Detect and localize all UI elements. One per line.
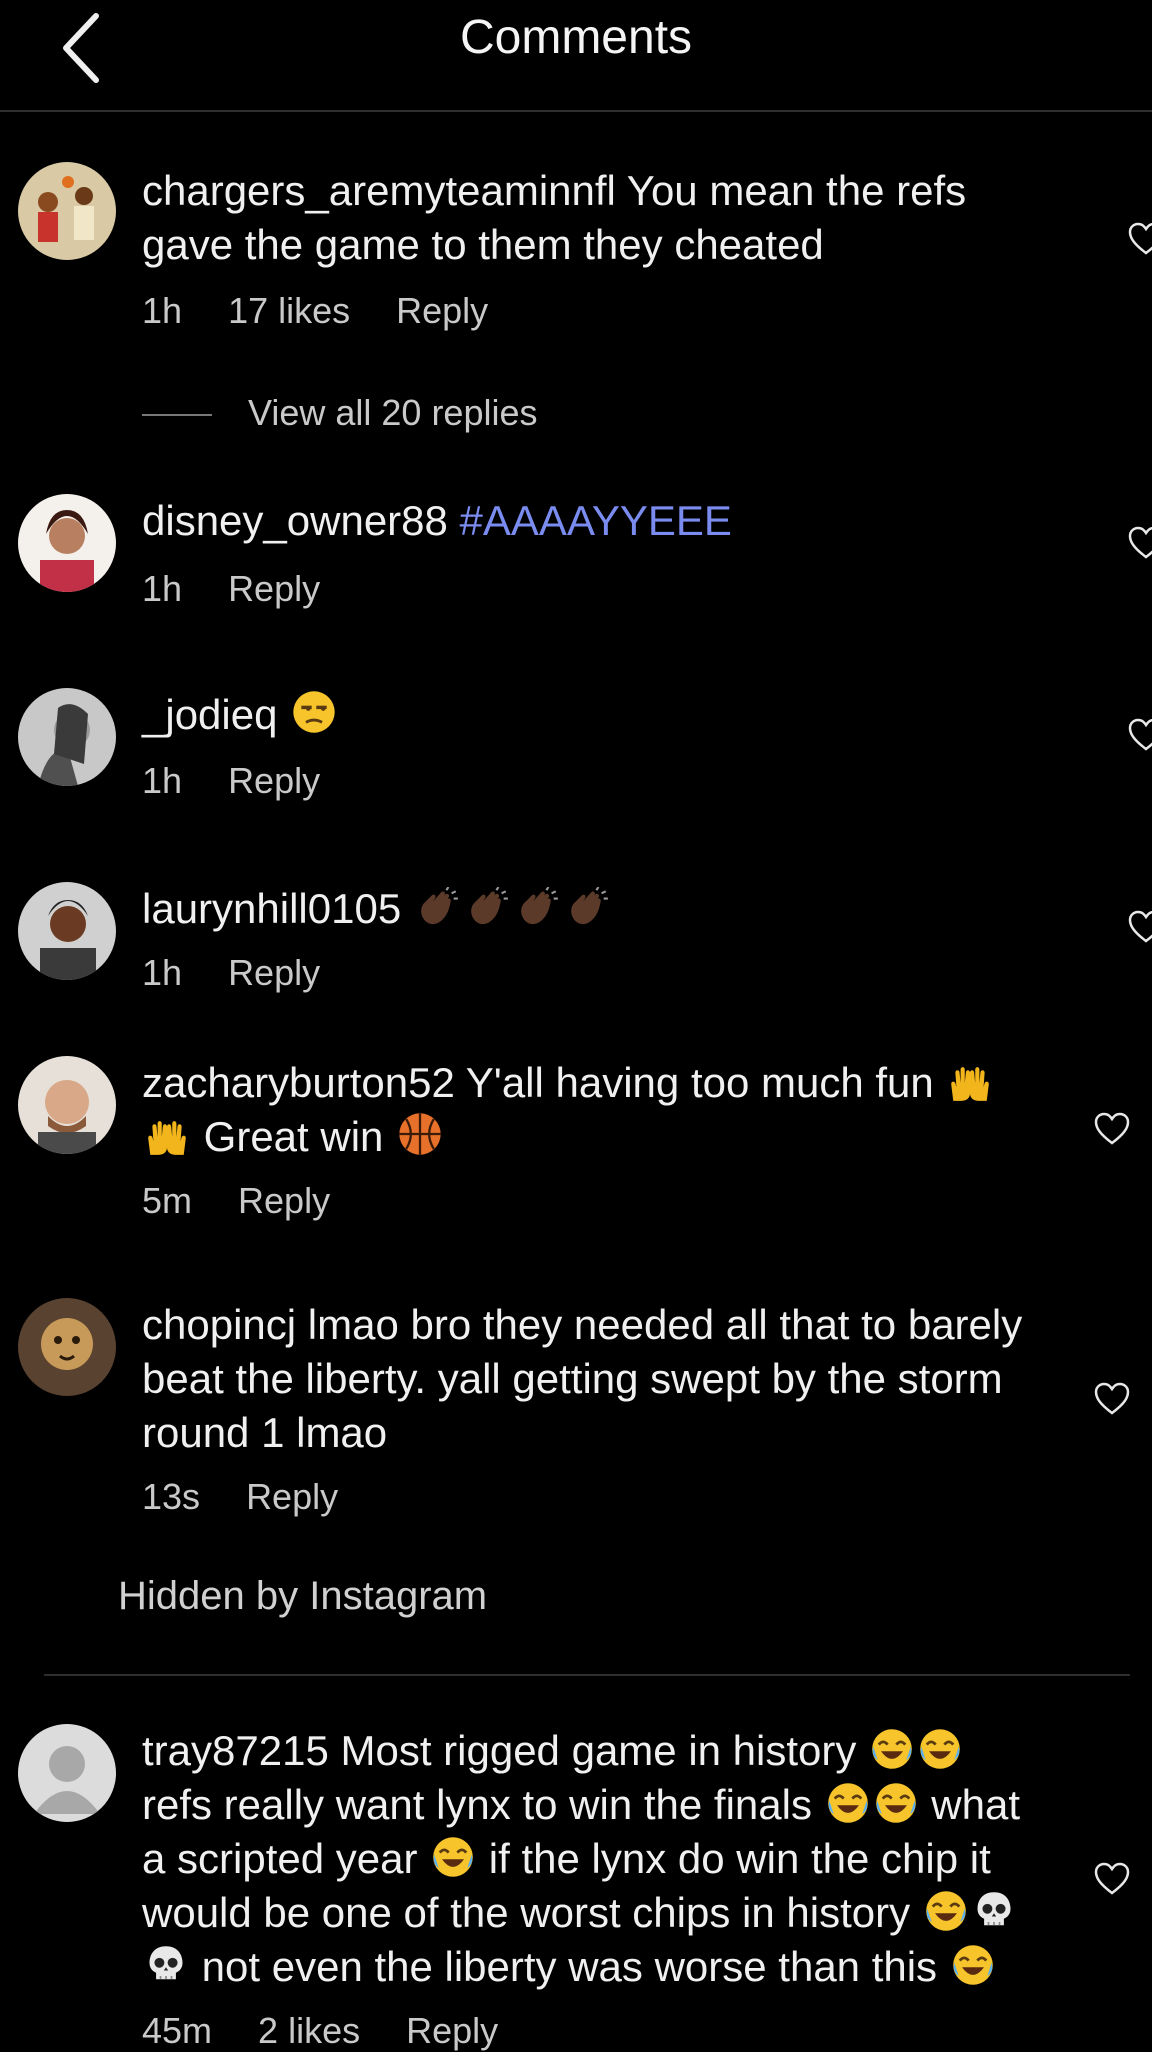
comment-time: 45m xyxy=(142,2010,213,2051)
laughing-face-icon xyxy=(918,1727,962,1771)
laughing-face-icon xyxy=(951,1943,995,1987)
comment-message-2: Great win xyxy=(192,1113,384,1160)
avatar[interactable] xyxy=(18,162,116,260)
comment-username[interactable]: zacharyburton52 xyxy=(142,1059,455,1106)
comment-meta: 45m 2 likes Reply xyxy=(142,2010,534,2052)
replies-divider-line xyxy=(142,414,212,417)
reply-button[interactable]: Reply xyxy=(406,2010,498,2051)
heart-icon[interactable] xyxy=(1094,1112,1130,1146)
clapping-hands-icon xyxy=(465,887,511,929)
clapping-hands-icon xyxy=(565,887,611,929)
laughing-face-icon xyxy=(431,1835,475,1879)
basketball-icon xyxy=(397,1111,443,1157)
raising-hands-icon xyxy=(947,1061,993,1103)
comment-message: Most rigged game in history xyxy=(328,1727,857,1774)
heart-icon[interactable] xyxy=(1094,1382,1130,1416)
comment-likes[interactable]: 17 likes xyxy=(228,290,350,331)
reply-button[interactable]: Reply xyxy=(238,1180,330,1221)
comment-message-2: refs really want lynx to win the finals xyxy=(142,1781,812,1828)
reply-button[interactable]: Reply xyxy=(228,952,320,993)
comment-meta: 13s Reply xyxy=(142,1476,374,1518)
hashtag-link[interactable]: #AAAAYYEEE xyxy=(460,497,732,544)
heart-icon[interactable] xyxy=(1094,1862,1130,1896)
unamused-face-icon xyxy=(291,689,337,735)
comment-time: 1h xyxy=(142,290,183,331)
reply-button[interactable]: Reply xyxy=(246,1476,338,1517)
clapping-hands-icon xyxy=(515,887,561,929)
heart-icon[interactable] xyxy=(1128,910,1152,944)
comment-text: disney_owner88 #AAAAYYEEE xyxy=(142,494,1042,548)
comment-message: Y'all having too much fun xyxy=(454,1059,934,1106)
skull-icon xyxy=(972,1889,1016,1933)
view-replies-label: View all 20 replies xyxy=(248,392,538,433)
heart-icon[interactable] xyxy=(1128,718,1152,752)
comment-time: 1h xyxy=(142,568,183,609)
avatar[interactable] xyxy=(18,494,116,592)
reply-button[interactable]: Reply xyxy=(396,290,488,331)
comment-username[interactable]: laurynhill0105 xyxy=(142,885,401,932)
comment-time: 1h xyxy=(142,760,183,801)
comment-text: tray87215 Most rigged game in history re… xyxy=(142,1724,1042,1994)
comment-username[interactable]: _jodieq xyxy=(142,691,277,738)
comment-username[interactable]: disney_owner88 xyxy=(142,497,448,544)
comment-username[interactable]: tray87215 xyxy=(142,1727,329,1774)
laughing-face-icon xyxy=(826,1781,870,1825)
clapping-hands-icon xyxy=(415,887,461,929)
hidden-by-instagram-label[interactable]: Hidden by Instagram xyxy=(118,1574,487,1619)
raising-hands-icon xyxy=(144,1115,190,1157)
comment-username[interactable]: chopincj xyxy=(142,1301,296,1348)
comment-text: chopincj lmao bro they needed all that t… xyxy=(142,1298,1042,1460)
comment-meta: 1h 17 likes Reply xyxy=(142,290,524,332)
comment-time: 13s xyxy=(142,1476,201,1517)
reply-button[interactable]: Reply xyxy=(228,568,320,609)
comment-message-5: not even the liberty was worse than this xyxy=(190,1943,938,1990)
view-replies-button[interactable]: View all 20 replies xyxy=(142,392,538,434)
avatar[interactable] xyxy=(18,1724,116,1822)
divider xyxy=(44,1674,1130,1676)
comment-text: chargers_aremyteaminnfl You mean the ref… xyxy=(142,164,1042,272)
avatar[interactable] xyxy=(18,1298,116,1396)
reply-button[interactable]: Reply xyxy=(228,760,320,801)
laughing-face-icon xyxy=(924,1889,968,1933)
page-title: Comments xyxy=(459,11,693,64)
header: Comments xyxy=(0,0,1152,112)
comment-meta: 1h Reply xyxy=(142,952,356,994)
avatar[interactable] xyxy=(18,688,116,786)
comment-time: 1h xyxy=(142,952,183,993)
comment-meta: 5m Reply xyxy=(142,1180,366,1222)
heart-icon[interactable] xyxy=(1128,222,1152,256)
skull-icon xyxy=(144,1943,188,1987)
laughing-face-icon xyxy=(874,1781,918,1825)
laughing-face-icon xyxy=(870,1727,914,1771)
comment-likes[interactable]: 2 likes xyxy=(258,2010,360,2051)
comment-time: 5m xyxy=(142,1180,193,1221)
avatar[interactable] xyxy=(18,1056,116,1154)
comment-meta: 1h Reply xyxy=(142,568,356,610)
comment-username[interactable]: chargers_aremyteaminnfl xyxy=(142,167,616,214)
comment-text: zacharyburton52 Y'all having too much fu… xyxy=(142,1056,1042,1164)
comment-meta: 1h Reply xyxy=(142,760,356,802)
heart-icon[interactable] xyxy=(1128,526,1152,560)
comment-text: laurynhill0105 xyxy=(142,882,1042,936)
avatar[interactable] xyxy=(18,882,116,980)
comment-text: _jodieq xyxy=(142,688,1042,742)
